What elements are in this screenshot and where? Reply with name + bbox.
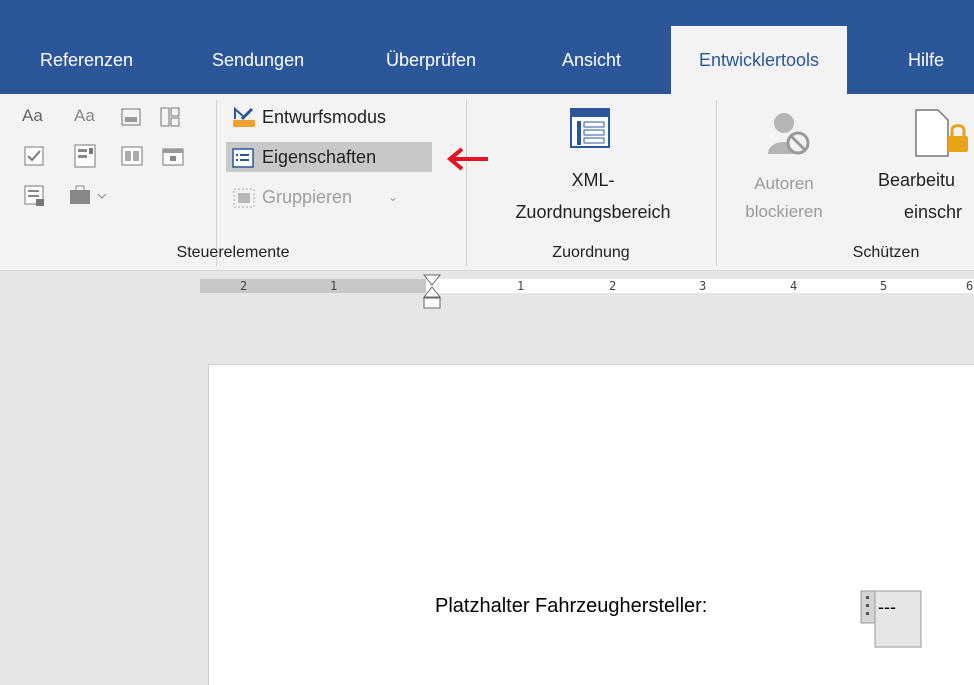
building-block-gallery-icon[interactable] — [159, 106, 180, 127]
properties-label: Eigenschaften — [262, 147, 377, 167]
plain-text-content-control-icon[interactable]: Aa — [74, 106, 104, 126]
restrict-editing-label-line1: Bearbeitu — [878, 170, 956, 190]
placeholder-label: Platzhalter Fahrzeughersteller: — [435, 595, 708, 617]
group-label-steuerelemente: Steuerelemente — [176, 244, 290, 261]
group-dropdown-icon: ⌄ — [388, 190, 399, 204]
ruler-label: 2 — [609, 279, 617, 293]
indent-marker-icon[interactable] — [421, 273, 443, 319]
ruler-label: 3 — [699, 279, 707, 293]
combo-box-content-control-icon[interactable] — [74, 144, 96, 168]
rich-text-content-control-icon[interactable]: Aa — [22, 106, 52, 126]
properties-icon — [232, 147, 254, 168]
properties-button[interactable]: Eigenschaften — [226, 142, 432, 172]
title-bar-strip — [0, 0, 974, 26]
ribbon-separator — [466, 100, 467, 266]
block-authors-button[interactable]: Autoren blockieren — [722, 98, 852, 238]
xml-mapping-label-line1: XML- — [571, 170, 615, 190]
ruler-pencil-icon — [232, 106, 255, 127]
date-picker-content-control-icon[interactable] — [162, 146, 184, 166]
ruler-label: 6 — [966, 279, 974, 293]
ruler-label: 2 — [240, 279, 248, 293]
design-mode-label: Entwurfsmodus — [262, 107, 387, 127]
red-arrow-annotation — [446, 147, 488, 171]
ruler-margin-area — [200, 279, 426, 293]
group-label-schuetzen: Schützen — [852, 244, 920, 261]
picture-content-control-icon[interactable] — [121, 108, 141, 128]
tab-hilfe[interactable]: Hilfe — [908, 26, 944, 94]
ribbon-separator — [716, 100, 717, 266]
group-label-zuordnung: Zuordnung — [552, 244, 630, 261]
document-page[interactable]: Platzhalter Fahrzeughersteller: --- — [208, 364, 974, 685]
restrict-editing-icon — [914, 108, 974, 163]
repeating-section-content-control-icon[interactable] — [24, 185, 44, 206]
tab-referenzen[interactable]: Referenzen — [40, 26, 133, 94]
group-icon — [232, 187, 255, 208]
content-control-value: --- — [878, 597, 896, 617]
design-mode-button[interactable]: Entwurfsmodus — [226, 102, 436, 132]
ruler-label: 4 — [790, 279, 798, 293]
ruler-label: 1 — [517, 279, 525, 293]
restrict-editing-button[interactable]: Bearbeitu einschr — [866, 98, 974, 238]
checkbox-content-control-icon[interactable] — [24, 146, 44, 166]
tab-ueberpruefen[interactable]: Überprüfen — [386, 26, 476, 94]
block-authors-label-line2: blockieren — [745, 202, 823, 221]
tab-ansicht[interactable]: Ansicht — [562, 26, 621, 94]
horizontal-ruler[interactable]: 2 1 1 2 3 4 5 6 — [0, 271, 974, 309]
xml-mapping-label-line2: Zuordnungsbereich — [515, 202, 671, 222]
dropdown-list-content-control-icon[interactable] — [121, 146, 143, 166]
group-button[interactable]: Gruppieren ⌄ — [226, 182, 426, 212]
xml-mapping-pane-icon — [568, 106, 612, 155]
ribbon-panel: Aa Aa Entwurfsmodus Eigenschaften Gruppi… — [0, 94, 974, 271]
tab-sendungen[interactable]: Sendungen — [212, 26, 304, 94]
ruler-label: 5 — [880, 279, 888, 293]
group-label: Gruppieren — [262, 187, 353, 207]
block-authors-icon — [766, 110, 812, 161]
ribbon-tab-bar: Referenzen Sendungen Überprüfen Ansicht … — [0, 26, 974, 94]
xml-mapping-pane-button[interactable]: XML- Zuordnungsbereich — [478, 98, 708, 238]
dropdown-content-control[interactable]: --- — [860, 589, 922, 649]
restrict-editing-label-line2: einschr — [904, 202, 963, 222]
block-authors-label-line1: Autoren — [754, 174, 814, 193]
tab-entwicklertools[interactable]: Entwicklertools — [671, 26, 848, 94]
legacy-tools-icon[interactable] — [68, 184, 108, 204]
ruler-label: 1 — [330, 279, 338, 293]
ribbon-separator — [216, 100, 217, 266]
